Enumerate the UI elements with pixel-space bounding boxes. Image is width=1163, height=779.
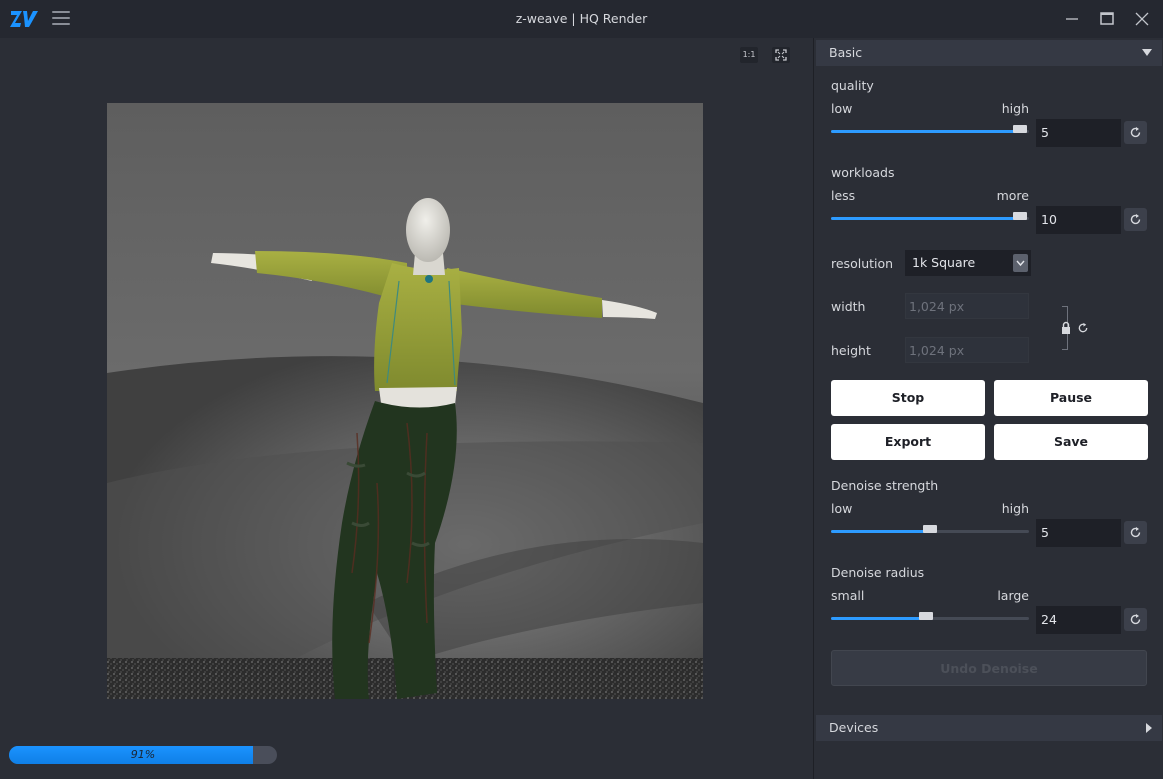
denoise-strength-label: Denoise strength [831,478,939,493]
slider-thumb[interactable] [1013,212,1028,220]
height-label: height [831,343,871,358]
lock-icon[interactable] [1060,321,1072,335]
denoise-radius-input[interactable]: 24 [1036,606,1121,634]
workloads-slider[interactable] [831,212,1029,224]
width-field[interactable]: 1,024 px [905,293,1029,319]
slider-thumb[interactable] [923,525,937,533]
denoise-strength-input[interactable]: 5 [1036,519,1121,547]
render-image [107,103,703,699]
save-button[interactable]: Save [994,424,1148,460]
workloads-input[interactable]: 10 [1036,206,1121,234]
quality-label: quality [831,78,874,93]
quality-reset-icon[interactable] [1124,121,1147,144]
denoise-radius-min-label: small [831,588,865,603]
section-basic-title: Basic [829,45,863,60]
section-devices-title: Devices [829,720,879,735]
quality-min-label: low [831,101,853,116]
denoise-radius-slider[interactable] [831,612,1029,624]
workloads-reset-icon[interactable] [1124,208,1147,231]
maximize-icon[interactable] [1097,9,1117,29]
resolution-select[interactable]: 1k Square [905,250,1031,276]
actual-size-button[interactable]: 1:1 [740,47,758,63]
denoise-radius-label: Denoise radius [831,565,925,580]
export-button[interactable]: Export [831,424,985,460]
close-icon[interactable] [1132,9,1152,29]
workloads-label: workloads [831,165,895,180]
undo-denoise-button[interactable]: Undo Denoise [831,650,1147,686]
denoise-strength-min-label: low [831,501,853,516]
settings-panel: Basic quality low high 5 workloads less … [813,38,1163,779]
stop-button[interactable]: Stop [831,380,985,416]
height-field[interactable]: 1,024 px [905,337,1029,363]
denoise-strength-max-label: high [1001,501,1029,516]
quality-slider[interactable] [831,125,1029,137]
minimize-icon[interactable] [1062,9,1082,29]
pause-button[interactable]: Pause [994,380,1148,416]
caret-down-icon [1142,49,1152,56]
denoise-strength-slider[interactable] [831,525,1029,537]
title-bar: z-weave | HQ Render [0,0,1163,38]
section-devices-header[interactable]: Devices [816,715,1162,741]
width-label: width [831,299,866,314]
progress-label: 91% [130,748,156,761]
window-title: z-weave | HQ Render [515,11,648,26]
section-basic-header[interactable]: Basic [816,40,1162,66]
chevron-down-icon[interactable] [1013,254,1028,272]
slider-thumb[interactable] [1013,125,1028,133]
denoise-radius-reset-icon[interactable] [1124,608,1147,631]
quality-max-label: high [1001,101,1029,116]
render-viewport: 1:1 91% [0,38,813,779]
workloads-min-label: less [831,188,856,203]
dimension-reset-icon[interactable] [1077,322,1089,334]
resolution-selected: 1k Square [912,255,976,270]
denoise-radius-max-label: large [997,588,1029,603]
slider-thumb[interactable] [919,612,934,620]
fit-screen-icon[interactable] [772,47,790,63]
render-progress-bar: 91% [9,746,277,764]
resolution-label: resolution [831,256,894,271]
denoise-strength-reset-icon[interactable] [1124,521,1147,544]
workloads-max-label: more [996,188,1029,203]
caret-right-icon [1146,723,1152,733]
quality-input[interactable]: 5 [1036,119,1121,147]
